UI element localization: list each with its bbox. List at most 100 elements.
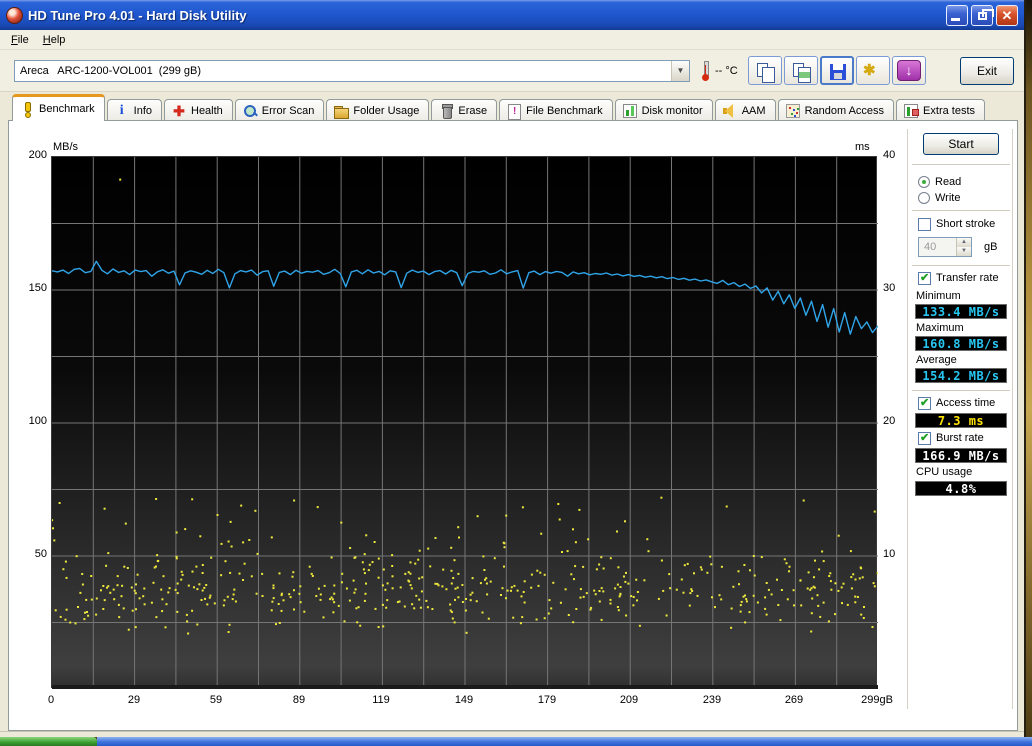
control-panel: Start Read Write Short stroke 40 ▲▼ gB (907, 129, 1013, 709)
temperature-value: -- °C (715, 64, 738, 77)
start-menu-button[interactable] (0, 737, 97, 746)
x-tick: 29 (127, 694, 141, 706)
separator (912, 164, 1010, 166)
average-value: 154.2 MB/s (915, 368, 1007, 383)
spinner-down-icon[interactable]: ▼ (957, 247, 971, 256)
write-radio[interactable] (918, 192, 930, 204)
transfer-rate-checkbox[interactable] (918, 271, 931, 285)
y-right-tick: 40 (883, 149, 896, 161)
tab-random-access[interactable]: Random Access (777, 99, 895, 121)
tab-disk-monitor[interactable]: Disk monitor (614, 99, 713, 121)
maximum-label: Maximum (916, 322, 964, 334)
access-time-checkbox[interactable] (918, 396, 931, 410)
close-button[interactable]: ✕ (996, 4, 1018, 26)
x-tick: 59 (209, 694, 223, 706)
tab-file-benchmark[interactable]: File Benchmark (499, 99, 613, 121)
extra-tests-icon (904, 104, 920, 118)
minimize-button[interactable] (946, 4, 968, 26)
maximum-value: 160.8 MB/s (915, 336, 1007, 351)
save-screenshot-button[interactable] (820, 56, 854, 85)
x-tick: 179 (537, 694, 557, 706)
separator (912, 265, 1010, 267)
benchmark-panel: MB/s ms 200 150 100 50 40 30 20 10 0 29 59 89 119 149… (8, 120, 1018, 731)
tab-aam[interactable]: AAM (714, 99, 776, 121)
separator (912, 210, 1010, 212)
tab-info[interactable]: i Info (106, 99, 162, 121)
minimum-value: 133.4 MB/s (915, 304, 1007, 319)
thermometer-icon (702, 60, 709, 81)
y-left-tick: 200 (28, 149, 47, 161)
y-left-tick: 100 (28, 415, 47, 427)
trash-icon (439, 104, 454, 119)
chevron-down-icon[interactable]: ▼ (671, 60, 689, 81)
y-left-tick: 150 (28, 282, 47, 294)
magnifier-icon (243, 104, 257, 118)
window-title: HD Tune Pro 4.01 - Hard Disk Utility (28, 7, 247, 23)
desktop: { "window": { "title": "HD Tune Pro 4.01… (0, 0, 1032, 746)
taskbar-strip (97, 737, 1032, 746)
taskbar (0, 737, 1032, 746)
title-bar: HD Tune Pro 4.01 - Hard Disk Utility ✕ (0, 0, 1024, 30)
tab-error-scan[interactable]: Error Scan (234, 99, 325, 121)
x-tick: 299gB (861, 694, 893, 706)
short-stroke-value: 40 (924, 241, 937, 253)
restore-button[interactable] (971, 4, 994, 26)
scatter-icon (785, 104, 800, 118)
info-icon: i (119, 103, 124, 118)
restore-icon (978, 8, 994, 20)
menu-file[interactable]: File (4, 32, 36, 48)
app-window: HD Tune Pro 4.01 - Hard Disk Utility ✕ F… (0, 0, 1026, 737)
x-tick: 89 (292, 694, 306, 706)
separator (912, 390, 1010, 392)
read-radio-row[interactable]: Read (918, 175, 961, 189)
minimize-icon (951, 17, 960, 21)
y-left-tick: 50 (34, 548, 47, 560)
exit-button[interactable]: Exit (960, 56, 1014, 85)
tab-folder-usage[interactable]: Folder Usage (326, 99, 430, 121)
download-button[interactable]: ↓ (892, 56, 926, 85)
folder-icon (334, 104, 350, 119)
copy-image-button[interactable] (784, 56, 818, 85)
write-radio-row[interactable]: Write (918, 191, 960, 205)
y-right-tick: 30 (883, 282, 896, 294)
spinner-up-icon[interactable]: ▲ (957, 238, 971, 247)
x-tick: 0 (47, 694, 55, 706)
burst-rate-row[interactable]: Burst rate (918, 431, 984, 445)
short-stroke-checkbox[interactable] (918, 217, 931, 231)
copy-text-button[interactable] (748, 56, 782, 85)
burst-rate-checkbox[interactable] (918, 431, 931, 445)
transfer-rate-row[interactable]: Transfer rate (918, 271, 999, 285)
tab-health[interactable]: ✚ Health (164, 99, 233, 121)
web-export-button[interactable]: ✱ (856, 56, 890, 85)
start-button[interactable]: Start (923, 133, 999, 155)
short-stroke-spinner[interactable]: 40 ▲ ▼ (918, 237, 972, 257)
x-tick: 209 (619, 694, 639, 706)
short-stroke-unit: gB (984, 241, 998, 253)
copy-image-icon (793, 63, 811, 83)
tab-erase[interactable]: Erase (431, 99, 498, 121)
save-icon (830, 64, 846, 80)
menu-help[interactable]: Help (36, 32, 73, 48)
y-left-unit-label: MB/s (53, 141, 79, 153)
x-tick: 269 (784, 694, 804, 706)
menu-bar: File Help (0, 30, 1024, 50)
y-right-tick: 10 (883, 548, 896, 560)
access-time-row[interactable]: Access time (918, 396, 995, 410)
read-radio[interactable] (918, 176, 930, 188)
x-tick: 149 (454, 694, 474, 706)
drive-selector[interactable]: Areca ARC-1200-VOL001 (299 gB) ▼ (14, 59, 690, 82)
average-label: Average (916, 354, 957, 366)
benchmark-icon (20, 102, 34, 118)
tab-benchmark[interactable]: Benchmark (12, 94, 105, 121)
drive-selector-value: Areca ARC-1200-VOL001 (299 gB) (20, 64, 201, 77)
app-icon (6, 6, 23, 24)
access-time-value: 7.3 ms (915, 413, 1007, 428)
short-stroke-row[interactable]: Short stroke (918, 217, 995, 231)
y-right-unit-label: ms (855, 141, 870, 153)
x-tick: 119 (372, 694, 390, 706)
close-icon: ✕ (1001, 7, 1013, 23)
file-benchmark-icon (507, 104, 522, 120)
burst-rate-value: 166.9 MB/s (915, 448, 1007, 463)
tab-extra-tests[interactable]: Extra tests (896, 99, 986, 121)
cpu-usage-value: 4.8% (915, 481, 1007, 496)
